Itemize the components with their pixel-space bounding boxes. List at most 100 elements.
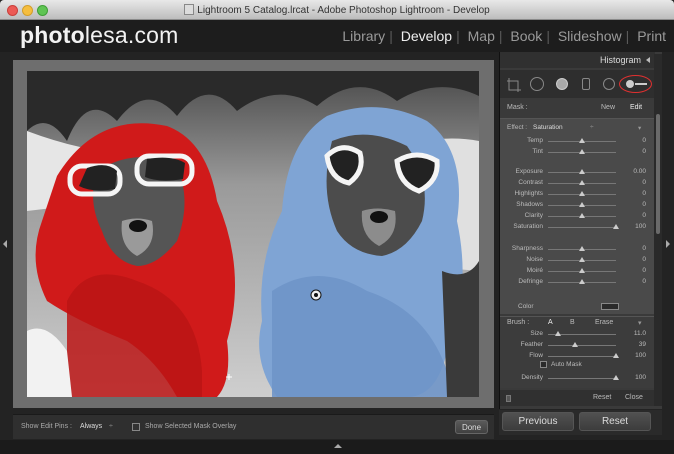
module-library[interactable]: Library xyxy=(338,28,389,44)
filmstrip-toggle-icon[interactable] xyxy=(334,444,342,448)
tint-slider-knob[interactable] xyxy=(579,149,585,154)
contrast-slider-knob[interactable] xyxy=(579,180,585,185)
mask-new-button[interactable]: New xyxy=(601,104,615,111)
size-slider-knob[interactable] xyxy=(555,331,562,336)
brush-b-tab[interactable]: B xyxy=(570,319,575,326)
module-map[interactable]: Map xyxy=(464,28,499,44)
previous-button[interactable]: Previous xyxy=(502,412,574,431)
module-separator: | xyxy=(625,28,630,44)
clarity-value[interactable]: 0 xyxy=(620,212,646,219)
clarity-slider-knob[interactable] xyxy=(579,213,585,218)
moir-value[interactable]: 0 xyxy=(620,267,646,274)
feather-slider-knob[interactable] xyxy=(571,342,578,347)
temp-slider-knob[interactable] xyxy=(579,138,585,143)
crop-tool-icon[interactable] xyxy=(507,78,523,92)
image-display-area xyxy=(13,60,494,408)
adjustment-brush-tool-icon[interactable] xyxy=(625,78,649,90)
saturation-slider-knob[interactable] xyxy=(613,224,619,229)
effect-select[interactable]: Saturation xyxy=(533,124,563,131)
module-print[interactable]: Print xyxy=(633,28,670,44)
histogram-header[interactable]: Histogram xyxy=(500,52,655,68)
radial-filter-tool-icon[interactable] xyxy=(603,78,615,90)
noise-slider-knob[interactable] xyxy=(579,257,585,262)
shadows-value[interactable]: 0 xyxy=(620,201,646,208)
mask-overlay-label: Show Selected Mask Overlay xyxy=(145,423,237,430)
auto-mask-checkbox[interactable] xyxy=(540,361,547,368)
flow-slider-knob[interactable] xyxy=(613,353,619,358)
photo-preview[interactable] xyxy=(27,71,479,397)
saturation-slider-track[interactable] xyxy=(548,227,616,228)
mask-overlay-checkbox[interactable] xyxy=(132,423,140,431)
disclosure-triangle-icon[interactable]: ▾ xyxy=(638,124,641,132)
flow-value[interactable]: 100 xyxy=(620,352,646,359)
right-panel: Histogram Mask : New Edit Effect : Satur… xyxy=(499,52,662,409)
brush-label: Brush : xyxy=(507,319,530,326)
tint-label: Tint xyxy=(532,148,543,155)
module-book[interactable]: Book xyxy=(506,28,546,44)
tint-slider-row: Tint 0 xyxy=(500,147,655,158)
flow-slider-track[interactable] xyxy=(548,356,616,357)
done-button[interactable]: Done xyxy=(455,420,488,434)
defringe-value[interactable]: 0 xyxy=(620,278,646,285)
show-edit-pins-select[interactable]: Always xyxy=(80,423,102,430)
moir-slider-row: Moiré 0 xyxy=(500,266,655,277)
histogram-label: Histogram xyxy=(599,55,641,65)
feather-value[interactable]: 39 xyxy=(620,341,646,348)
panel-switch-icon[interactable] xyxy=(506,395,511,402)
exposure-slider-knob[interactable] xyxy=(579,169,585,174)
highlights-label: Highlights xyxy=(514,190,543,197)
tint-value[interactable]: 0 xyxy=(620,148,646,155)
feather-slider-track[interactable] xyxy=(548,345,616,346)
module-separator: | xyxy=(498,28,503,44)
sharpness-slider-row: Sharpness 0 xyxy=(500,244,655,255)
defringe-slider-knob[interactable] xyxy=(579,279,585,284)
dropdown-arrows-icon: ÷ xyxy=(590,124,594,131)
panel-close-button[interactable]: Close xyxy=(625,394,643,401)
flow-label: Flow xyxy=(529,352,543,359)
exposure-value[interactable]: 0.00 xyxy=(620,168,646,175)
temp-value[interactable]: 0 xyxy=(620,137,646,144)
panel-scrollbar[interactable] xyxy=(654,54,662,406)
saturation-value[interactable]: 100 xyxy=(620,223,646,230)
right-panel-toggle-icon[interactable] xyxy=(666,240,670,248)
density-value[interactable]: 100 xyxy=(620,374,646,381)
left-panel-toggle-icon[interactable] xyxy=(3,240,7,248)
mask-label: Mask : xyxy=(507,104,528,111)
size-value[interactable]: 11.0 xyxy=(620,330,646,337)
contrast-value[interactable]: 0 xyxy=(620,179,646,186)
module-slideshow[interactable]: Slideshow xyxy=(554,28,626,44)
module-separator: | xyxy=(389,28,393,44)
graduated-filter-tool-icon[interactable] xyxy=(582,78,590,90)
disclosure-triangle-icon[interactable]: ▾ xyxy=(638,319,642,327)
filmstrip-toggle-bar xyxy=(0,440,674,454)
brush-a-tab[interactable]: A xyxy=(548,319,553,326)
contrast-label: Contrast xyxy=(518,179,543,186)
density-slider-track[interactable] xyxy=(548,378,616,379)
auto-mask-label: Auto Mask xyxy=(551,361,582,368)
contrast-slider-row: Contrast 0 xyxy=(500,178,655,189)
sharpness-value[interactable]: 0 xyxy=(620,245,646,252)
lightroom-window: Lightroom 5 Catalog.lrcat - Adobe Photos… xyxy=(0,0,674,454)
noise-value[interactable]: 0 xyxy=(620,256,646,263)
highlights-slider-row: Highlights 0 xyxy=(500,189,655,200)
color-swatch[interactable] xyxy=(601,303,619,310)
sharpness-slider-knob[interactable] xyxy=(579,246,585,251)
reset-button[interactable]: Reset xyxy=(579,412,651,431)
shadows-slider-knob[interactable] xyxy=(579,202,585,207)
collapse-triangle-icon xyxy=(646,57,650,63)
red-eye-tool-icon[interactable] xyxy=(556,78,568,90)
density-slider-knob[interactable] xyxy=(613,375,619,380)
brush-erase-tab[interactable]: Erase xyxy=(595,319,613,326)
moir-slider-knob[interactable] xyxy=(579,268,585,273)
moir-label: Moiré xyxy=(526,267,543,274)
panel-reset-button[interactable]: Reset xyxy=(593,394,611,401)
highlights-value[interactable]: 0 xyxy=(620,190,646,197)
scrollbar-thumb[interactable] xyxy=(656,114,660,234)
temp-slider-row: Temp 0 xyxy=(500,136,655,147)
window-title-text: Lightroom 5 Catalog.lrcat - Adobe Photos… xyxy=(197,5,490,16)
module-develop[interactable]: Develop xyxy=(397,28,456,44)
mask-edit-button[interactable]: Edit xyxy=(630,104,642,111)
spot-removal-tool-icon[interactable] xyxy=(530,77,544,91)
highlights-slider-knob[interactable] xyxy=(579,191,585,196)
identity-plate: photolesa.com xyxy=(20,22,179,49)
